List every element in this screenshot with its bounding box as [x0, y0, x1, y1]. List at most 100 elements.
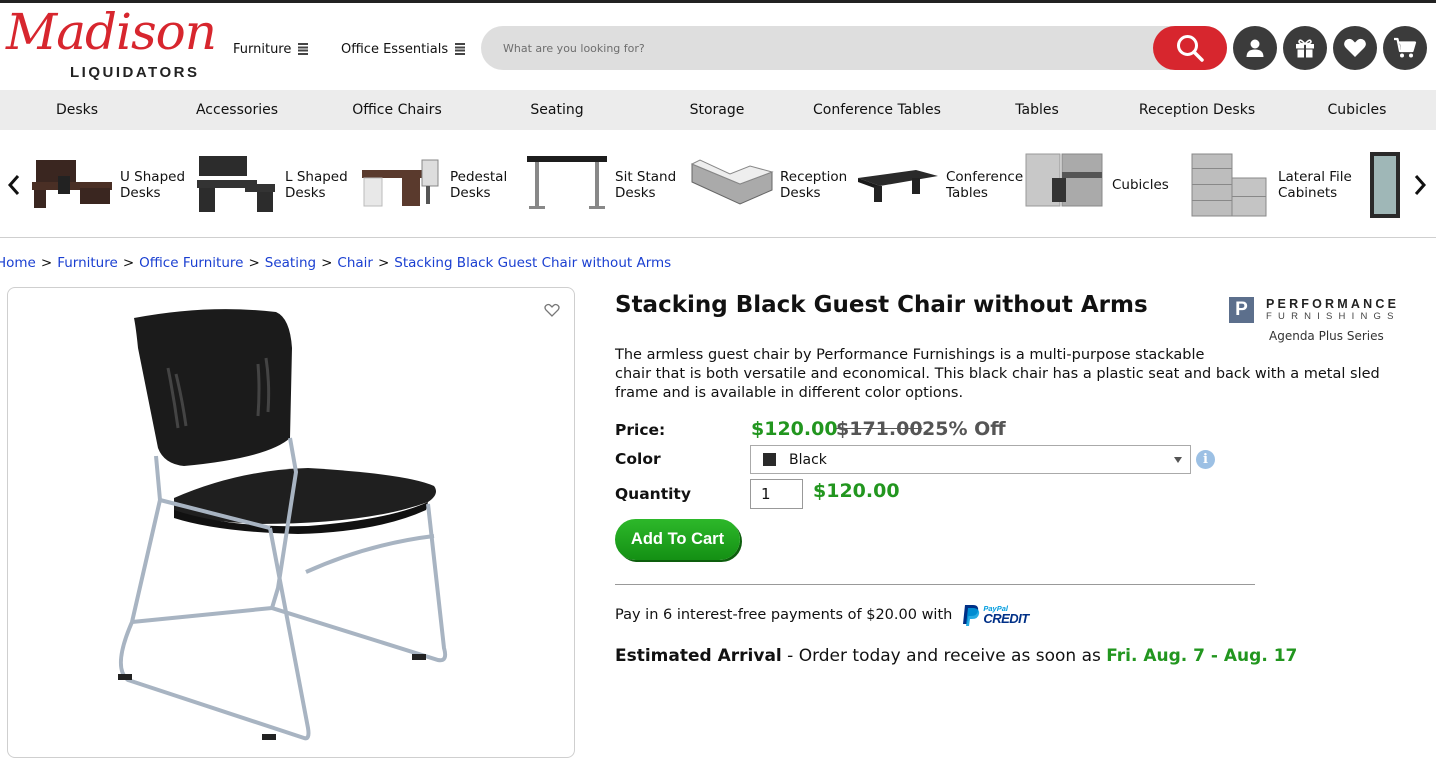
carousel-item-label: Conference Tables	[946, 169, 1024, 201]
paypal-offer-text: Pay in 6 interest-free payments of $20.0…	[615, 607, 953, 623]
carousel-item-u-shaped-desks[interactable]: U Shaped Desks	[30, 150, 190, 220]
category-tables[interactable]: Tables	[957, 90, 1117, 130]
carousel-item-partial[interactable]	[1368, 150, 1406, 220]
site-header: Madison LIQUIDATORS Furniture Office Ess…	[0, 3, 1436, 90]
search-bar	[481, 26, 1227, 70]
line-total: $120.00	[813, 480, 900, 502]
category-storage[interactable]: Storage	[637, 90, 797, 130]
conference-table-image	[858, 170, 938, 202]
carousel-prev-button[interactable]	[4, 170, 24, 200]
topnav-furniture[interactable]: Furniture	[233, 42, 309, 57]
breadcrumb-furniture[interactable]: Furniture	[57, 255, 118, 271]
category-seating[interactable]: Seating	[477, 90, 637, 130]
manufacturer-subtitle: FURNISHINGS	[1266, 311, 1400, 322]
category-conference-tables[interactable]: Conference Tables	[797, 90, 957, 130]
reception-desk-image	[690, 159, 774, 205]
breadcrumb-separator: >	[321, 255, 333, 271]
manufacturer-logo[interactable]: P PERFORMANCE FURNISHINGS Agenda Plus Se…	[1229, 296, 1424, 348]
description-line: chair that is both versatile and economi…	[615, 366, 1380, 382]
color-select[interactable]: Black	[750, 445, 1191, 474]
breadcrumb: Home > Furniture > Office Furniture > Seating >…	[0, 255, 671, 271]
paypal-credit-logo[interactable]: PayPal CREDIT	[961, 603, 1029, 627]
u-shaped-desk-image	[32, 160, 112, 208]
carousel-item-label: Reception Desks	[780, 169, 848, 201]
category-cubicles[interactable]: Cubicles	[1277, 90, 1436, 130]
divider	[615, 584, 1255, 585]
carousel-item-cubicles[interactable]: Cubicles	[1022, 150, 1174, 220]
carousel-item-conference-tables[interactable]: Conference Tables	[856, 150, 1026, 220]
cart-button[interactable]	[1383, 26, 1427, 70]
logo-script: Madison	[6, 3, 217, 61]
lateral-file-cabinet-image	[1191, 153, 1267, 217]
breadcrumb-separator: >	[377, 255, 390, 271]
cart-icon	[1394, 37, 1417, 58]
wishlist-button[interactable]	[1333, 26, 1377, 70]
heart-outline-icon	[544, 303, 560, 317]
carousel-item-label: Sit Stand Desks	[615, 169, 677, 201]
paypal-logo-credit: CREDIT	[983, 611, 1029, 627]
arrival-text: - Order today and receive as soon as	[781, 646, 1107, 666]
carousel-item-l-shaped-desks[interactable]: L Shaped Desks	[195, 150, 355, 220]
carousel-item-sit-stand-desks[interactable]: Sit Stand Desks	[525, 150, 677, 220]
sit-stand-desk-image	[527, 156, 607, 209]
breadcrumb-chair[interactable]: Chair	[337, 255, 373, 271]
info-icon[interactable]: i	[1196, 450, 1215, 469]
price-label: Price:	[615, 421, 666, 439]
account-button[interactable]	[1233, 26, 1277, 70]
breadcrumb-office-furniture[interactable]: Office Furniture	[139, 255, 243, 271]
add-to-wishlist-button[interactable]	[544, 302, 560, 321]
color-swatch	[763, 453, 776, 466]
product-title: Stacking Black Guest Chair without Arms	[615, 292, 1148, 318]
manufacturer-mark: P	[1229, 297, 1254, 323]
carousel-item-lateral-file-cabinets[interactable]: Lateral File Cabinets	[1188, 150, 1358, 220]
chevron-right-icon	[1414, 175, 1427, 195]
category-carousel: U Shaped Desks L Shaped Desks Pedestal D…	[0, 130, 1436, 238]
gift-button[interactable]	[1283, 26, 1327, 70]
breadcrumb-current[interactable]: Stacking Black Guest Chair without Arms	[394, 255, 671, 271]
paypal-credit-offer: Pay in 6 interest-free payments of $20.0…	[615, 603, 1029, 627]
search-button[interactable]	[1153, 26, 1227, 70]
category-office-chairs[interactable]: Office Chairs	[317, 90, 477, 130]
site-logo[interactable]: Madison LIQUIDATORS	[6, 3, 217, 81]
chevron-left-icon	[7, 175, 20, 195]
category-accessories[interactable]: Accessories	[157, 90, 317, 130]
description-line: frame and is available in different colo…	[615, 385, 964, 401]
account-icon	[1246, 39, 1264, 57]
topnav-label: Furniture	[233, 42, 292, 57]
paypal-icon	[963, 605, 980, 626]
chevron-down-icon	[1174, 457, 1182, 463]
breadcrumb-home[interactable]: Home	[0, 255, 36, 271]
product-series: Agenda Plus Series	[1269, 329, 1384, 343]
carousel-next-button[interactable]	[1410, 170, 1430, 200]
breadcrumb-separator: >	[122, 255, 135, 271]
breadcrumb-separator: >	[248, 255, 260, 271]
category-reception-desks[interactable]: Reception Desks	[1117, 90, 1277, 130]
carousel-item-label: U Shaped Desks	[120, 169, 186, 201]
product-image[interactable]	[8, 288, 575, 758]
category-desks[interactable]: Desks	[0, 90, 157, 130]
carousel-item-pedestal-desks[interactable]: Pedestal Desks	[360, 150, 512, 220]
carousel-item-label: Pedestal Desks	[450, 169, 508, 201]
carousel-item-label: Lateral File Cabinets	[1278, 169, 1352, 201]
product-image-box	[7, 287, 575, 758]
logo-subtitle: LIQUIDATORS	[70, 64, 200, 81]
topnav-office-essentials[interactable]: Office Essentials	[341, 42, 466, 57]
menu-icon	[455, 43, 466, 56]
search-icon	[1177, 35, 1204, 62]
pedestal-desk-image	[362, 159, 439, 207]
gift-icon	[1296, 39, 1314, 58]
product-description: The armless guest chair by Performance F…	[615, 346, 1385, 403]
description-line: The armless guest chair by Performance F…	[615, 347, 1205, 363]
carousel-item-label: Cubicles	[1112, 177, 1169, 193]
sale-price: $120.00	[751, 418, 838, 440]
add-to-cart-button[interactable]: Add To Cart	[615, 519, 740, 560]
search-input[interactable]	[503, 38, 1143, 58]
breadcrumb-separator: >	[40, 255, 53, 271]
breadcrumb-seating[interactable]: Seating	[265, 255, 316, 271]
topnav-label: Office Essentials	[341, 42, 449, 57]
quantity-input[interactable]	[750, 479, 803, 509]
category-nav: Desks Accessories Office Chairs Seating …	[0, 90, 1436, 130]
carousel-item-reception-desks[interactable]: Reception Desks	[690, 150, 850, 220]
color-select-value: Black	[789, 451, 827, 468]
arrival-label: Estimated Arrival	[615, 646, 782, 666]
